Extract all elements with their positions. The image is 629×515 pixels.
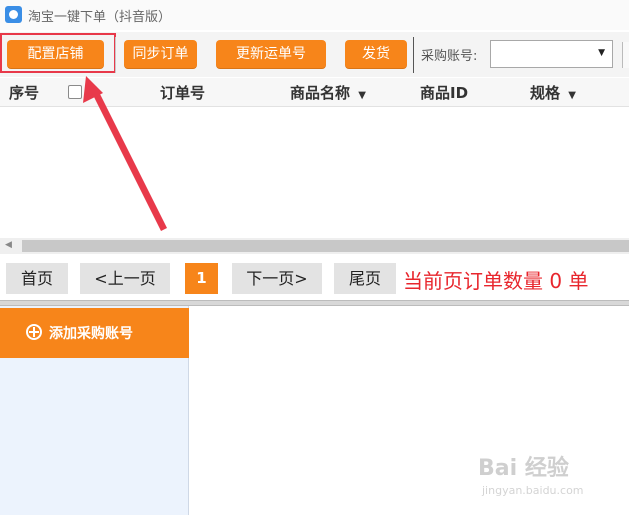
title-bar: 淘宝一键下单（抖音版） xyxy=(0,0,629,30)
annotation-highlight-box xyxy=(0,33,116,73)
column-header-spec-label: 规格 xyxy=(530,84,561,102)
table-header: 序号 订单号 商品名称 ▼ 商品ID 规格 ▼ xyxy=(0,78,629,107)
app-logo-icon xyxy=(5,6,22,23)
next-page-button[interactable]: 下一页> xyxy=(232,263,322,294)
purchase-account-select[interactable]: ▼ xyxy=(490,40,613,68)
toolbar-divider xyxy=(413,37,414,73)
first-page-button[interactable]: 首页 xyxy=(6,263,68,294)
column-header-product-name-label: 商品名称 xyxy=(290,84,351,102)
column-header-order-no[interactable]: 订单号 xyxy=(160,82,205,103)
prev-page-button[interactable]: <上一页 xyxy=(80,263,170,294)
order-count-text: 当前页订单数量 0 单 xyxy=(403,269,589,293)
toolbar-overflow xyxy=(622,42,629,68)
add-purchase-account-label: 添加采购账号 xyxy=(49,326,133,342)
add-purchase-account-button[interactable]: 添加采购账号 xyxy=(0,308,189,358)
current-page-indicator[interactable]: 1 xyxy=(185,263,218,294)
dropdown-arrow-icon: ▼ xyxy=(598,48,605,58)
orders-table-body xyxy=(0,107,629,238)
watermark-brand: Bai 经验 xyxy=(478,456,569,481)
column-header-product-id[interactable]: 商品ID xyxy=(420,82,468,103)
column-header-spec[interactable]: 规格 ▼ xyxy=(530,82,576,103)
column-header-seq[interactable]: 序号 xyxy=(9,82,39,103)
watermark-url: jingyan.baidu.com xyxy=(482,484,584,497)
update-tracking-button[interactable]: 更新运单号 xyxy=(216,40,326,69)
pagination-bar: 首页 <上一页 1 下一页> 尾页 当前页订单数量 0 单 xyxy=(0,256,629,300)
ship-button[interactable]: 发货 xyxy=(345,40,407,69)
window-title: 淘宝一键下单（抖音版） xyxy=(28,10,172,25)
toolbar-divider xyxy=(115,37,116,73)
sort-down-icon: ▼ xyxy=(358,90,366,101)
account-side-panel: 添加采购账号 xyxy=(0,306,189,515)
select-all-checkbox[interactable] xyxy=(68,85,82,99)
scroll-left-icon[interactable]: ◀ xyxy=(5,240,12,250)
toolbar: 配置店铺 同步订单 更新运单号 发货 采购账号: ▼ xyxy=(0,32,629,77)
add-circle-icon xyxy=(26,324,42,340)
last-page-button[interactable]: 尾页 xyxy=(334,263,396,294)
sync-orders-button[interactable]: 同步订单 xyxy=(124,40,197,69)
purchase-account-label: 采购账号: xyxy=(421,49,478,64)
column-header-product-name[interactable]: 商品名称 ▼ xyxy=(290,82,366,103)
scrollbar-thumb[interactable] xyxy=(22,240,629,252)
horizontal-scrollbar[interactable]: ◀ xyxy=(0,238,629,254)
sort-down-icon: ▼ xyxy=(568,90,576,101)
